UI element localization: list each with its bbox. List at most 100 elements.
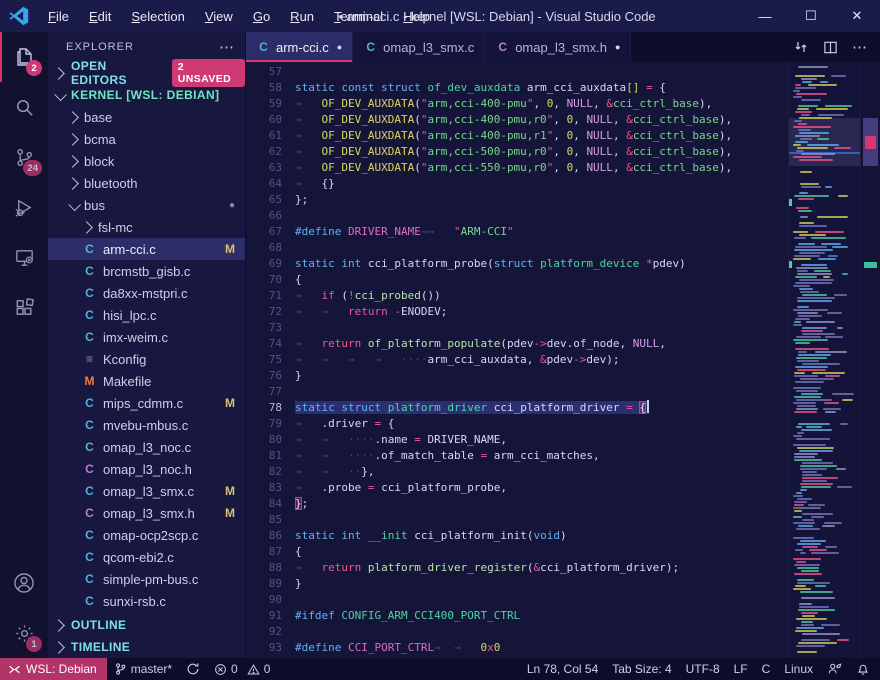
- tree-item-da8xx-mstpri.c[interactable]: Cda8xx-mstpri.c: [48, 282, 245, 304]
- overview-ruler[interactable]: [860, 62, 880, 658]
- code-line-81[interactable]: 81→ → ····.of_match_table = arm_cci_matc…: [246, 448, 786, 464]
- tree-item-brcmstb_gisb.c[interactable]: Cbrcmstb_gisb.c: [48, 260, 245, 282]
- outline-section[interactable]: OUTLINE: [48, 614, 245, 636]
- menu-edit[interactable]: Edit: [80, 5, 120, 28]
- notifications-button[interactable]: [849, 658, 880, 680]
- menu-view[interactable]: View: [196, 5, 242, 28]
- tree-item-mips_cdmm.c[interactable]: Cmips_cdmm.cM: [48, 392, 245, 414]
- feedback-button[interactable]: [820, 658, 849, 680]
- menu-run[interactable]: Run: [281, 5, 323, 28]
- tree-item-omap_l3_noc.c[interactable]: Comap_l3_noc.c: [48, 436, 245, 458]
- cursor-position[interactable]: Ln 78, Col 54: [520, 658, 605, 680]
- account-activity-icon[interactable]: [0, 558, 48, 608]
- code-line-59[interactable]: 59→ OF_DEV_AUXDATA("arm,cci-400-pmu", 0,…: [246, 96, 786, 112]
- sync-button[interactable]: [179, 658, 207, 680]
- source-control-activity-icon[interactable]: 24: [0, 132, 48, 182]
- remote-indicator[interactable]: WSL: Debian: [0, 658, 107, 680]
- tree-item-omap-ocp2scp.c[interactable]: Comap-ocp2scp.c: [48, 524, 245, 546]
- code-line-57[interactable]: 57: [246, 64, 786, 80]
- tab-omap_l3_smx.c[interactable]: Comap_l3_smx.c: [353, 32, 485, 62]
- settings-activity-icon[interactable]: 1: [0, 608, 48, 658]
- tab-arm-cci.c[interactable]: Carm-cci.c●: [246, 32, 353, 62]
- code-line-83[interactable]: 83→ .probe = cci_platform_probe,: [246, 480, 786, 496]
- tree-item-Makefile[interactable]: MMakefile: [48, 370, 245, 392]
- code-line-65[interactable]: 65};: [246, 192, 786, 208]
- eol-sequence[interactable]: LF: [727, 658, 755, 680]
- tree-item-qcom-ebi2.c[interactable]: Cqcom-ebi2.c: [48, 546, 245, 568]
- split-editor-icon[interactable]: [823, 40, 838, 55]
- code-line-79[interactable]: 79→ .driver = {: [246, 416, 786, 432]
- unsaved-dot-icon[interactable]: ●: [337, 42, 342, 52]
- code-line-76[interactable]: 76}: [246, 368, 786, 384]
- tree-item-bcma[interactable]: bcma: [48, 128, 245, 150]
- code-line-61[interactable]: 61→ OF_DEV_AUXDATA("arm,cci-400-pmu,r1",…: [246, 128, 786, 144]
- code-line-86[interactable]: 86static int __init cci_platform_init(vo…: [246, 528, 786, 544]
- code-line-73[interactable]: 73: [246, 320, 786, 336]
- menu-selection[interactable]: Selection: [122, 5, 193, 28]
- tree-item-fsl-mc[interactable]: fsl-mc: [48, 216, 245, 238]
- code-line-69[interactable]: 69static int cci_platform_probe(struct p…: [246, 256, 786, 272]
- code-line-93[interactable]: 93#define CCI_PORT_CTRL→ → 0x0: [246, 640, 786, 656]
- code-line-87[interactable]: 87{: [246, 544, 786, 560]
- tree-item-arm-cci.c[interactable]: Carm-cci.cM: [48, 238, 245, 260]
- explorer-activity-icon[interactable]: 2: [0, 32, 48, 82]
- code-line-77[interactable]: 77: [246, 384, 786, 400]
- code-line-91[interactable]: 91#ifdef CONFIG_ARM_CCI400_PORT_CTRL: [246, 608, 786, 624]
- tree-item-omap_l3_smx.c[interactable]: Comap_l3_smx.cM: [48, 480, 245, 502]
- code-line-90[interactable]: 90: [246, 592, 786, 608]
- code-line-66[interactable]: 66: [246, 208, 786, 224]
- menu-file[interactable]: File: [39, 5, 78, 28]
- tree-item-simple-pm-bus.c[interactable]: Csimple-pm-bus.c: [48, 568, 245, 590]
- code-line-64[interactable]: 64→ {}: [246, 176, 786, 192]
- minimap[interactable]: [788, 62, 860, 658]
- code-line-74[interactable]: 74→ return of_platform_populate(pdev->de…: [246, 336, 786, 352]
- run-debug-activity-icon[interactable]: [0, 182, 48, 232]
- tree-item-bluetooth[interactable]: bluetooth: [48, 172, 245, 194]
- code-line-67[interactable]: 67#define DRIVER_NAME→→ "ARM-CCI": [246, 224, 786, 240]
- tree-item-block[interactable]: block: [48, 150, 245, 172]
- maximize-button[interactable]: ☐: [788, 0, 834, 32]
- problems-status[interactable]: 0 0: [207, 658, 277, 680]
- timeline-section[interactable]: TIMELINE: [48, 636, 245, 658]
- open-changes-icon[interactable]: [793, 39, 809, 55]
- language-mode[interactable]: C: [755, 658, 778, 680]
- menu-go[interactable]: Go: [244, 5, 279, 28]
- code-line-80[interactable]: 80→ → ····.name = DRIVER_NAME,: [246, 432, 786, 448]
- code-line-63[interactable]: 63→ OF_DEV_AUXDATA("arm,cci-550-pmu,r0",…: [246, 160, 786, 176]
- remote-os[interactable]: Linux: [777, 658, 820, 680]
- code-line-72[interactable]: 72→ → return -ENODEV;: [246, 304, 786, 320]
- code-line-88[interactable]: 88→ return platform_driver_register(&cci…: [246, 560, 786, 576]
- code-line-89[interactable]: 89}: [246, 576, 786, 592]
- remote-explorer-activity-icon[interactable]: [0, 232, 48, 282]
- code-line-85[interactable]: 85: [246, 512, 786, 528]
- tree-item-mvebu-mbus.c[interactable]: Cmvebu-mbus.c: [48, 414, 245, 436]
- code-line-60[interactable]: 60→ OF_DEV_AUXDATA("arm,cci-400-pmu,r0",…: [246, 112, 786, 128]
- code-line-82[interactable]: 82→ → ··},: [246, 464, 786, 480]
- editor-more-actions-icon[interactable]: ⋯: [852, 38, 868, 56]
- code-line-71[interactable]: 71→ if (!cci_probed()): [246, 288, 786, 304]
- code-line-75[interactable]: 75→ → → → ····arm_cci_auxdata, &pdev->de…: [246, 352, 786, 368]
- workspace-root-section[interactable]: KERNEL [WSL: DEBIAN]: [48, 84, 245, 106]
- code-line-84[interactable]: 84};: [246, 496, 786, 512]
- code-line-68[interactable]: 68: [246, 240, 786, 256]
- code-line-62[interactable]: 62→ OF_DEV_AUXDATA("arm,cci-500-pmu,r0",…: [246, 144, 786, 160]
- tree-item-sunxi-rsb.c[interactable]: Csunxi-rsb.c: [48, 590, 245, 612]
- close-button[interactable]: ✕: [834, 0, 880, 32]
- tree-item-Kconfig[interactable]: ≡Kconfig: [48, 348, 245, 370]
- extensions-activity-icon[interactable]: [0, 282, 48, 332]
- search-activity-icon[interactable]: [0, 82, 48, 132]
- code-editor[interactable]: 5758static const struct of_dev_auxdata a…: [246, 62, 880, 658]
- tree-item-imx-weim.c[interactable]: Cimx-weim.c: [48, 326, 245, 348]
- git-branch-status[interactable]: master*: [107, 658, 179, 680]
- unsaved-dot-icon[interactable]: ●: [615, 42, 620, 52]
- tree-item-bus[interactable]: bus●: [48, 194, 245, 216]
- indentation[interactable]: Tab Size: 4: [605, 658, 678, 680]
- tree-item-omap_l3_noc.h[interactable]: Comap_l3_noc.h: [48, 458, 245, 480]
- encoding[interactable]: UTF-8: [679, 658, 727, 680]
- code-line-70[interactable]: 70{: [246, 272, 786, 288]
- code-line-58[interactable]: 58static const struct of_dev_auxdata arm…: [246, 80, 786, 96]
- tree-item-omap_l3_smx.h[interactable]: Comap_l3_smx.hM: [48, 502, 245, 524]
- explorer-more-actions-icon[interactable]: ⋯: [219, 38, 235, 56]
- code-line-78[interactable]: 78static struct platform_driver cci_plat…: [246, 400, 786, 416]
- code-line-92[interactable]: 92: [246, 624, 786, 640]
